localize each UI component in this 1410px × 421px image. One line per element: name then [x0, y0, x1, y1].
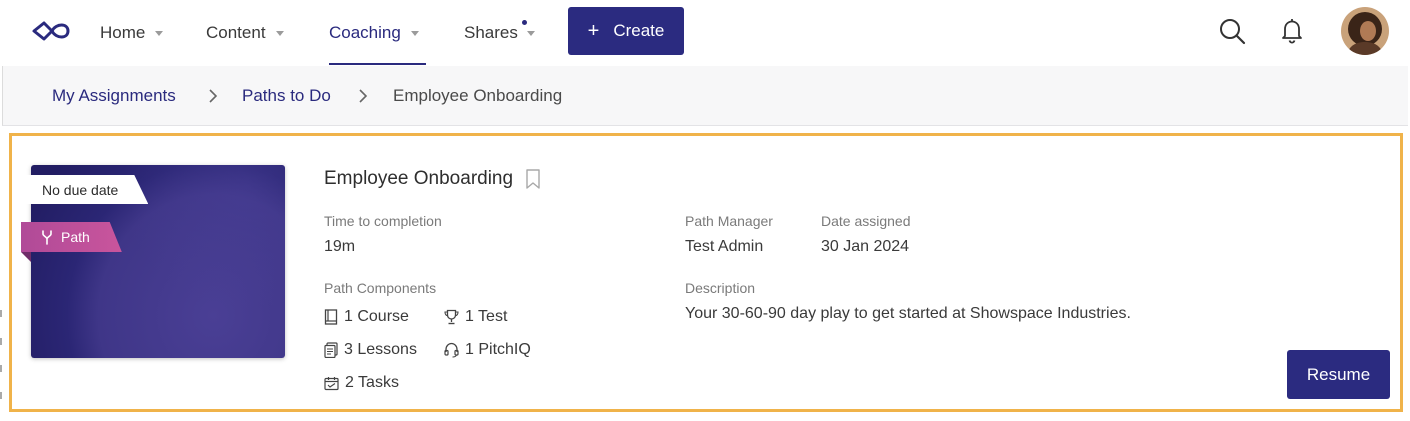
- book-icon: [324, 309, 338, 325]
- chevron-down-icon: [526, 30, 535, 36]
- avatar-image: [1341, 7, 1389, 55]
- tag-fold: [21, 252, 31, 262]
- component-test: 1 Test: [444, 308, 507, 326]
- chevron-right-icon: [359, 89, 368, 103]
- notifications-button[interactable]: [1277, 14, 1307, 48]
- user-avatar[interactable]: [1341, 7, 1389, 55]
- create-button-label: Create: [613, 21, 665, 40]
- component-pitchiq-label: 1 PitchIQ: [465, 341, 531, 358]
- component-test-label: 1 Test: [465, 308, 508, 325]
- create-button[interactable]: + Create: [568, 7, 684, 55]
- nav-coaching[interactable]: Coaching: [329, 0, 426, 66]
- path-title-row: Employee Onboarding: [324, 168, 541, 190]
- breadcrumb-my-assignments[interactable]: My Assignments: [52, 66, 176, 126]
- path-type-label: Path: [61, 229, 90, 245]
- description-label: Description: [685, 280, 756, 296]
- breadcrumb: My Assignments Paths to Do Employee Onbo…: [2, 66, 1408, 126]
- manager-label: Path Manager: [685, 213, 773, 229]
- component-course: 1 Course: [324, 308, 409, 326]
- nav-content-label: Content: [206, 23, 266, 42]
- manager-value: Test Admin: [685, 238, 764, 255]
- date-assigned-label: Date assigned: [821, 213, 911, 229]
- path-title: Employee Onboarding: [324, 168, 514, 189]
- nav-content[interactable]: Content: [206, 0, 284, 66]
- component-pitchiq: 1 PitchIQ: [444, 341, 531, 359]
- trophy-icon: [444, 309, 459, 325]
- bell-icon: [1282, 19, 1302, 44]
- nav-home[interactable]: Home: [100, 0, 164, 66]
- chevron-down-icon: [275, 30, 284, 36]
- lessons-icon: [324, 342, 338, 358]
- components-label: Path Components: [324, 280, 437, 296]
- breadcrumb-paths-to-do[interactable]: Paths to Do: [242, 66, 331, 126]
- calendar-icon: [324, 376, 339, 390]
- nav-home-label: Home: [100, 23, 146, 42]
- due-date-tag: No due date: [21, 175, 149, 204]
- component-lessons-label: 3 Lessons: [344, 341, 417, 358]
- fork-icon: [42, 229, 52, 245]
- infinity-logo-icon[interactable]: [30, 18, 72, 44]
- nav-coaching-label: Coaching: [329, 23, 401, 42]
- component-course-label: 1 Course: [344, 308, 409, 325]
- path-type-tag: Path: [21, 222, 122, 252]
- plus-icon: +: [587, 20, 600, 42]
- active-tab-underline: [329, 63, 426, 65]
- headset-icon: [444, 342, 459, 358]
- chevron-down-icon: [155, 30, 164, 36]
- edge-marks: [0, 310, 2, 399]
- search-icon: [1220, 19, 1246, 45]
- component-tasks-label: 2 Tasks: [345, 374, 399, 391]
- component-lessons: 3 Lessons: [324, 341, 417, 359]
- top-nav: Home Content Coaching Shares + Create: [0, 0, 1410, 66]
- bookmark-icon[interactable]: [525, 169, 541, 189]
- notification-dot: [522, 20, 527, 25]
- search-button[interactable]: [1217, 14, 1247, 48]
- breadcrumb-current: Employee Onboarding: [393, 86, 563, 105]
- component-tasks: 2 Tasks: [324, 374, 399, 392]
- chevron-down-icon: [410, 30, 419, 36]
- path-card[interactable]: No due date Path Employee Onboarding Tim…: [9, 133, 1403, 412]
- description-text: Your 30-60-90 day play to get started at…: [685, 305, 1131, 322]
- date-assigned-value: 30 Jan 2024: [821, 238, 910, 255]
- resume-button[interactable]: Resume: [1287, 350, 1390, 399]
- time-value: 19m: [324, 238, 356, 255]
- chevron-right-icon: [209, 89, 218, 103]
- nav-shares-label: Shares: [464, 23, 518, 42]
- time-label: Time to completion: [324, 213, 442, 229]
- nav-shares[interactable]: Shares: [464, 0, 535, 66]
